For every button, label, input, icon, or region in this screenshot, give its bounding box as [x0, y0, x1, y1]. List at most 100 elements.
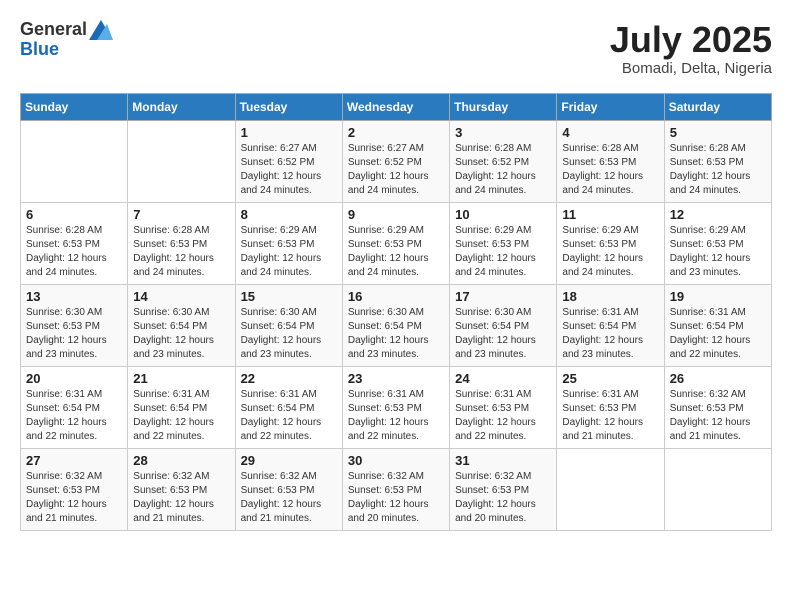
- calendar-cell: 18 Sunrise: 6:31 AM Sunset: 6:54 PM Dayli…: [557, 284, 664, 366]
- day-number: 14: [133, 289, 229, 304]
- day-number: 31: [455, 453, 551, 468]
- day-info: Sunrise: 6:29 AM Sunset: 6:53 PM Dayligh…: [241, 224, 337, 280]
- day-info: Sunrise: 6:31 AM Sunset: 6:53 PM Dayligh…: [348, 388, 444, 444]
- day-info: Sunrise: 6:28 AM Sunset: 6:53 PM Dayligh…: [670, 142, 766, 198]
- header-wednesday: Wednesday: [342, 93, 449, 120]
- day-info: Sunrise: 6:27 AM Sunset: 6:52 PM Dayligh…: [241, 142, 337, 198]
- day-info: Sunrise: 6:32 AM Sunset: 6:53 PM Dayligh…: [241, 470, 337, 526]
- day-info: Sunrise: 6:30 AM Sunset: 6:54 PM Dayligh…: [241, 306, 337, 362]
- calendar-cell: 5 Sunrise: 6:28 AM Sunset: 6:53 PM Daylig…: [664, 120, 771, 202]
- calendar-cell: 26 Sunrise: 6:32 AM Sunset: 6:53 PM Dayli…: [664, 366, 771, 448]
- day-info: Sunrise: 6:31 AM Sunset: 6:53 PM Dayligh…: [562, 388, 658, 444]
- day-info: Sunrise: 6:29 AM Sunset: 6:53 PM Dayligh…: [348, 224, 444, 280]
- calendar-cell: [21, 120, 128, 202]
- day-info: Sunrise: 6:29 AM Sunset: 6:53 PM Dayligh…: [455, 224, 551, 280]
- day-number: 10: [455, 207, 551, 222]
- title-block: July 2025 Bomadi, Delta, Nigeria: [610, 20, 772, 77]
- day-number: 4: [562, 125, 658, 140]
- day-info: Sunrise: 6:32 AM Sunset: 6:53 PM Dayligh…: [348, 470, 444, 526]
- day-info: Sunrise: 6:29 AM Sunset: 6:53 PM Dayligh…: [562, 224, 658, 280]
- calendar-cell: [664, 448, 771, 530]
- day-number: 1: [241, 125, 337, 140]
- logo-blue-text: Blue: [20, 40, 113, 60]
- day-number: 15: [241, 289, 337, 304]
- header-thursday: Thursday: [450, 93, 557, 120]
- header-saturday: Saturday: [664, 93, 771, 120]
- day-number: 19: [670, 289, 766, 304]
- day-info: Sunrise: 6:32 AM Sunset: 6:53 PM Dayligh…: [133, 470, 229, 526]
- day-number: 2: [348, 125, 444, 140]
- header-friday: Friday: [557, 93, 664, 120]
- day-number: 30: [348, 453, 444, 468]
- calendar-cell: 16 Sunrise: 6:30 AM Sunset: 6:54 PM Dayli…: [342, 284, 449, 366]
- calendar-cell: 13Sunrise: 6:30 AM Sunset: 6:53 PM Dayli…: [21, 284, 128, 366]
- day-info: Sunrise: 6:32 AM Sunset: 6:53 PM Dayligh…: [670, 388, 766, 444]
- calendar-cell: 15 Sunrise: 6:30 AM Sunset: 6:54 PM Dayli…: [235, 284, 342, 366]
- header-tuesday: Tuesday: [235, 93, 342, 120]
- logo: General Blue: [20, 20, 113, 60]
- day-number: 29: [241, 453, 337, 468]
- calendar-cell: 31Sunrise: 6:32 AM Sunset: 6:53 PM Dayli…: [450, 448, 557, 530]
- day-number: 18: [562, 289, 658, 304]
- calendar-cell: 22 Sunrise: 6:31 AM Sunset: 6:54 PM Dayli…: [235, 366, 342, 448]
- day-number: 21: [133, 371, 229, 386]
- day-info: Sunrise: 6:31 AM Sunset: 6:53 PM Dayligh…: [455, 388, 551, 444]
- day-number: 26: [670, 371, 766, 386]
- calendar-cell: 12 Sunrise: 6:29 AM Sunset: 6:53 PM Dayli…: [664, 202, 771, 284]
- day-info: Sunrise: 6:31 AM Sunset: 6:54 PM Dayligh…: [133, 388, 229, 444]
- calendar-cell: 11Sunrise: 6:29 AM Sunset: 6:53 PM Dayli…: [557, 202, 664, 284]
- calendar-cell: 3 Sunrise: 6:28 AM Sunset: 6:52 PM Daylig…: [450, 120, 557, 202]
- calendar-cell: [128, 120, 235, 202]
- day-info: Sunrise: 6:31 AM Sunset: 6:54 PM Dayligh…: [670, 306, 766, 362]
- day-info: Sunrise: 6:30 AM Sunset: 6:54 PM Dayligh…: [348, 306, 444, 362]
- calendar-cell: 19 Sunrise: 6:31 AM Sunset: 6:54 PM Dayli…: [664, 284, 771, 366]
- day-info: Sunrise: 6:28 AM Sunset: 6:53 PM Dayligh…: [133, 224, 229, 280]
- calendar-week-4: 27 Sunrise: 6:32 AM Sunset: 6:53 PM Dayli…: [21, 448, 772, 530]
- calendar-table: SundayMondayTuesdayWednesdayThursdayFrid…: [20, 93, 772, 531]
- calendar-cell: 1 Sunrise: 6:27 AM Sunset: 6:52 PM Daylig…: [235, 120, 342, 202]
- calendar-body: 1 Sunrise: 6:27 AM Sunset: 6:52 PM Daylig…: [21, 120, 772, 530]
- day-number: 3: [455, 125, 551, 140]
- day-number: 12: [670, 207, 766, 222]
- day-info: Sunrise: 6:31 AM Sunset: 6:54 PM Dayligh…: [562, 306, 658, 362]
- calendar-cell: 10 Sunrise: 6:29 AM Sunset: 6:53 PM Dayli…: [450, 202, 557, 284]
- calendar-cell: [557, 448, 664, 530]
- day-number: 23: [348, 371, 444, 386]
- day-info: Sunrise: 6:30 AM Sunset: 6:54 PM Dayligh…: [133, 306, 229, 362]
- day-number: 7: [133, 207, 229, 222]
- day-info: Sunrise: 6:31 AM Sunset: 6:54 PM Dayligh…: [241, 388, 337, 444]
- calendar-cell: 25 Sunrise: 6:31 AM Sunset: 6:53 PM Dayli…: [557, 366, 664, 448]
- calendar-cell: 9 Sunrise: 6:29 AM Sunset: 6:53 PM Daylig…: [342, 202, 449, 284]
- calendar-week-0: 1 Sunrise: 6:27 AM Sunset: 6:52 PM Daylig…: [21, 120, 772, 202]
- header-sunday: Sunday: [21, 93, 128, 120]
- calendar-cell: 8Sunrise: 6:29 AM Sunset: 6:53 PM Daylig…: [235, 202, 342, 284]
- day-info: Sunrise: 6:29 AM Sunset: 6:53 PM Dayligh…: [670, 224, 766, 280]
- day-number: 24: [455, 371, 551, 386]
- page-header: General Blue July 2025 Bomadi, Delta, Ni…: [20, 20, 772, 77]
- calendar-cell: 29 Sunrise: 6:32 AM Sunset: 6:53 PM Dayli…: [235, 448, 342, 530]
- logo-icon: [89, 20, 113, 40]
- day-number: 17: [455, 289, 551, 304]
- day-number: 22: [241, 371, 337, 386]
- day-number: 16: [348, 289, 444, 304]
- logo-general-text: General: [20, 20, 87, 40]
- day-number: 5: [670, 125, 766, 140]
- location: Bomadi, Delta, Nigeria: [610, 60, 772, 77]
- calendar-cell: 28Sunrise: 6:32 AM Sunset: 6:53 PM Dayli…: [128, 448, 235, 530]
- calendar-cell: 27Sunrise: 6:32 AM Sunset: 6:53 PM Dayli…: [21, 448, 128, 530]
- day-info: Sunrise: 6:31 AM Sunset: 6:54 PM Dayligh…: [26, 388, 122, 444]
- calendar-cell: 17Sunrise: 6:30 AM Sunset: 6:54 PM Dayli…: [450, 284, 557, 366]
- day-number: 9: [348, 207, 444, 222]
- day-number: 25: [562, 371, 658, 386]
- calendar-cell: 4Sunrise: 6:28 AM Sunset: 6:53 PM Daylig…: [557, 120, 664, 202]
- calendar-cell: 6Sunrise: 6:28 AM Sunset: 6:53 PM Daylig…: [21, 202, 128, 284]
- day-info: Sunrise: 6:28 AM Sunset: 6:52 PM Dayligh…: [455, 142, 551, 198]
- day-number: 27: [26, 453, 122, 468]
- header-monday: Monday: [128, 93, 235, 120]
- calendar-header-row: SundayMondayTuesdayWednesdayThursdayFrid…: [21, 93, 772, 120]
- day-info: Sunrise: 6:27 AM Sunset: 6:52 PM Dayligh…: [348, 142, 444, 198]
- calendar-week-2: 13Sunrise: 6:30 AM Sunset: 6:53 PM Dayli…: [21, 284, 772, 366]
- calendar-week-1: 6Sunrise: 6:28 AM Sunset: 6:53 PM Daylig…: [21, 202, 772, 284]
- day-info: Sunrise: 6:30 AM Sunset: 6:53 PM Dayligh…: [26, 306, 122, 362]
- calendar-cell: 21 Sunrise: 6:31 AM Sunset: 6:54 PM Dayli…: [128, 366, 235, 448]
